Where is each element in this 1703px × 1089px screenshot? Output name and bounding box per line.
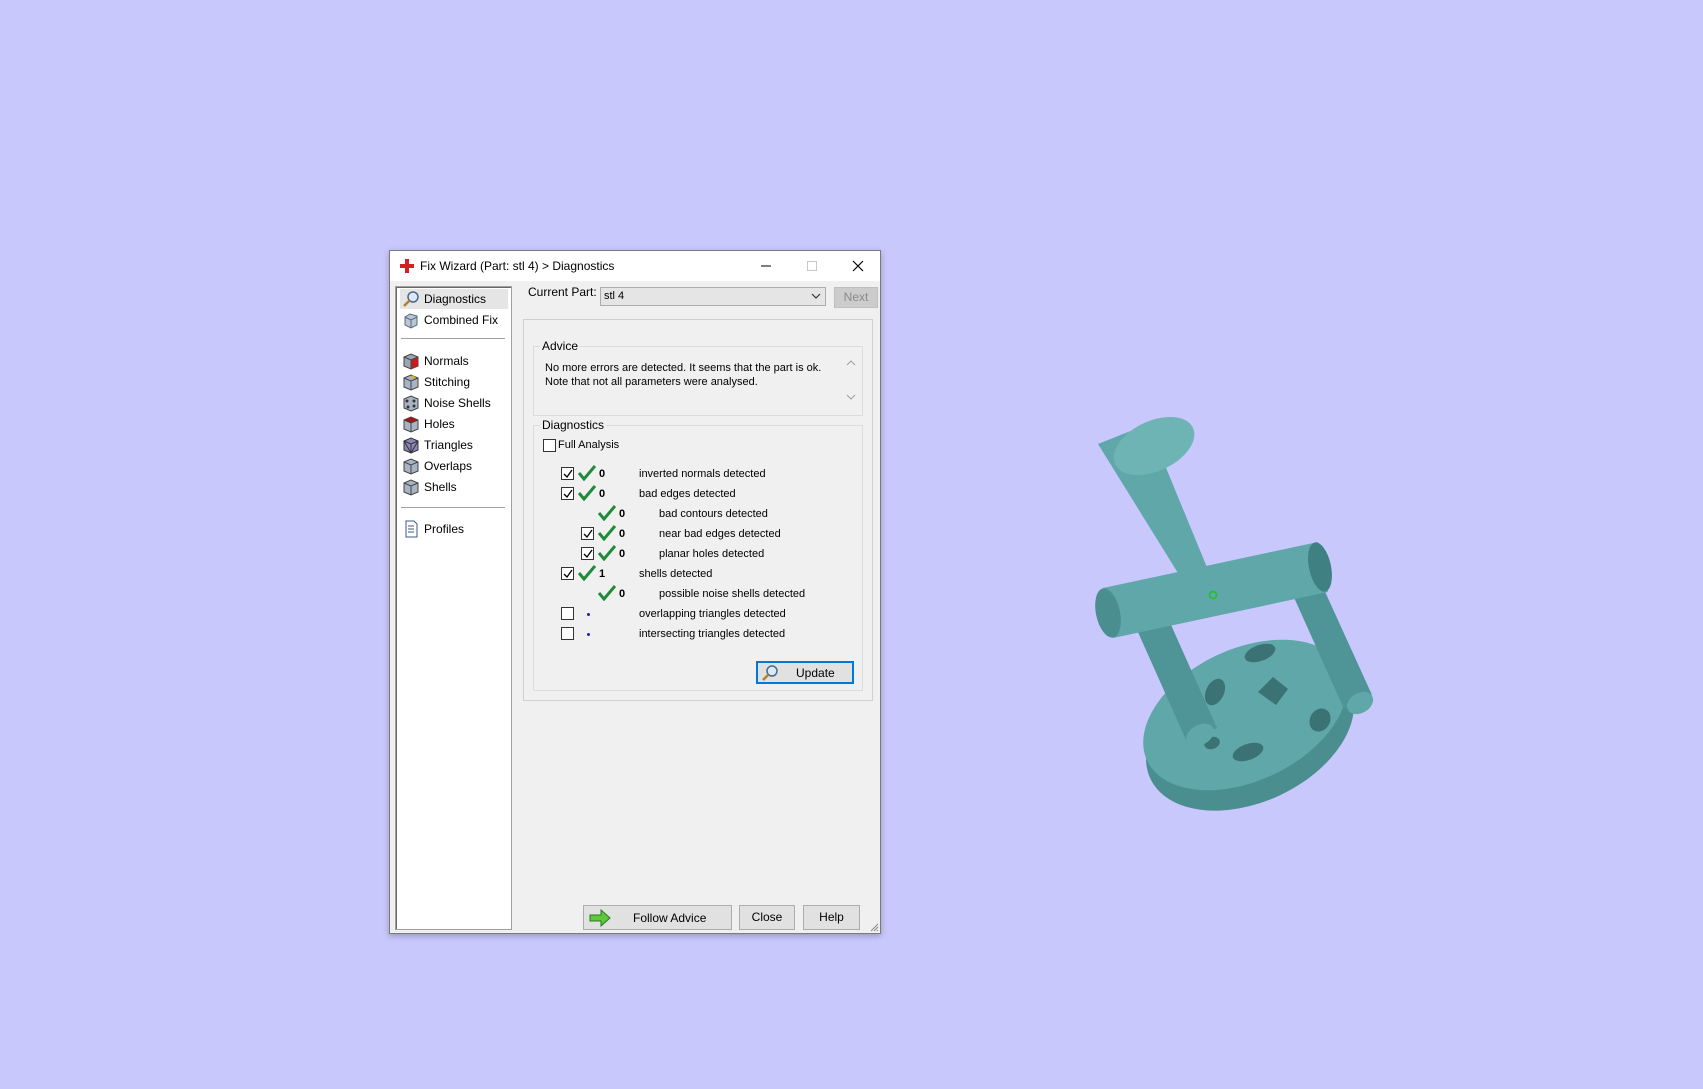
green-check-icon [598,585,616,601]
current-part-value: stl 4 [604,290,625,302]
maximize-icon [807,261,817,271]
nav-item-holes[interactable]: Holes [400,414,508,434]
near-bad-edges-label: near bad edges detected [659,528,781,540]
intersecting-label: intersecting triangles detected [639,628,786,640]
title-bar[interactable]: Fix Wizard (Part: stl 4) > Diagnostics [390,251,880,281]
close-window-button[interactable] [835,251,881,281]
nav-item-triangles[interactable]: Triangles [400,435,508,455]
advice-title: Advice [540,339,581,353]
follow-advice-button[interactable]: Follow Advice [583,905,732,930]
update-button[interactable]: Update [756,661,854,684]
minimize-icon [761,265,771,267]
scroll-arrows-icon [846,360,856,400]
planar-holes-label: planar holes detected [659,548,765,560]
inverted-normals-count: 0 [599,468,606,480]
near-bad-edges-count: 0 [619,528,626,540]
nav-item-profiles[interactable]: Profiles [400,519,508,539]
green-check-icon [578,465,596,481]
magnifier-icon [403,291,419,307]
planar-holes-count: 0 [619,548,626,560]
green-check-icon [598,545,616,561]
green-check-icon [578,565,596,581]
diagnostics-title: Diagnostics [540,418,607,432]
shells-label: shells detected [639,568,713,580]
full-analysis-checkbox[interactable] [543,439,556,452]
chevron-down-icon [811,293,821,299]
current-part-select[interactable]: stl 4 [600,287,826,306]
shells-count: 1 [599,568,606,580]
advice-group: Advice No more errors are detected. It s… [533,339,863,416]
nav-separator [401,507,505,508]
stitching-cube-icon [403,374,419,391]
maximize-button[interactable] [789,251,835,281]
nav-item-diagnostics[interactable]: Diagnostics [400,289,508,309]
green-arrow-icon [589,908,611,928]
not-analysed-dot-icon [587,633,590,636]
overlaps-cube-icon [403,458,419,475]
shells-checkbox[interactable] [561,567,574,580]
diagnostics-panel: Advice No more errors are detected. It s… [523,319,873,701]
bad-contours-label: bad contours detected [659,508,768,520]
nav-item-combined-fix[interactable]: Combined Fix [400,310,508,330]
resize-grip-icon[interactable] [869,922,879,932]
help-button[interactable]: Help [803,905,860,930]
full-analysis-label: Full Analysis [558,439,620,451]
nav-item-shells[interactable]: Shells [400,477,508,497]
triangles-cube-icon [403,437,419,454]
close-icon [852,260,864,272]
inverted-normals-label: inverted normals detected [639,468,766,480]
advice-line-1: No more errors are detected. It seems th… [545,362,822,374]
near-bad-edges-checkbox[interactable] [581,527,594,540]
nav-item-overlaps[interactable]: Overlaps [400,456,508,476]
magnifier-icon [762,665,778,681]
inverted-normals-checkbox[interactable] [561,467,574,480]
nav-item-noise-shells[interactable]: Noise Shells [400,393,508,413]
planar-holes-checkbox[interactable] [581,547,594,560]
diagnostics-group: Diagnostics Full Analysis 0 inverted nor… [533,418,863,691]
fix-wizard-dialog: Fix Wizard (Part: stl 4) > Diagnostics D… [389,250,881,934]
minimize-button[interactable] [743,251,789,281]
shells-cube-icon [403,479,419,496]
noise-shells-icon [403,395,419,412]
current-part-label: Current Part: [528,285,597,299]
combined-fix-icon [404,313,418,329]
update-label: Update [796,666,835,680]
close-button[interactable]: Close [739,905,795,930]
noise-shells-count: 0 [619,588,626,600]
nav-separator [401,338,505,339]
advice-text: No more errors are detected. It seems th… [545,361,835,389]
follow-advice-label: Follow Advice [633,911,707,925]
bad-edges-label: bad edges detected [639,488,736,500]
noise-shells-label: possible noise shells detected [659,588,806,600]
intersecting-checkbox[interactable] [561,627,574,640]
nav-item-normals[interactable]: Normals [400,351,508,371]
not-analysed-dot-icon [587,613,590,616]
red-cross-icon [400,259,414,273]
overlapping-checkbox[interactable] [561,607,574,620]
green-check-icon [578,485,596,501]
nav-item-stitching[interactable]: Stitching [400,372,508,392]
holes-cube-icon [403,416,419,433]
document-icon [405,520,418,538]
green-check-icon [598,525,616,541]
bad-edges-count: 0 [599,488,606,500]
3d-part-model[interactable] [1080,400,1420,830]
overlapping-label: overlapping triangles detected [639,608,786,620]
window-title: Fix Wizard (Part: stl 4) > Diagnostics [420,259,615,273]
advice-line-2: Note that not all parameters were analys… [545,376,758,388]
bad-edges-checkbox[interactable] [561,487,574,500]
bad-contours-count: 0 [619,508,626,520]
advice-scrollbar[interactable] [844,357,858,403]
wizard-nav-list: Diagnostics Combined Fix Normals Stitchi… [395,286,512,930]
normals-cube-icon [403,353,419,370]
green-check-icon [598,505,616,521]
next-button[interactable]: Next [834,287,878,308]
